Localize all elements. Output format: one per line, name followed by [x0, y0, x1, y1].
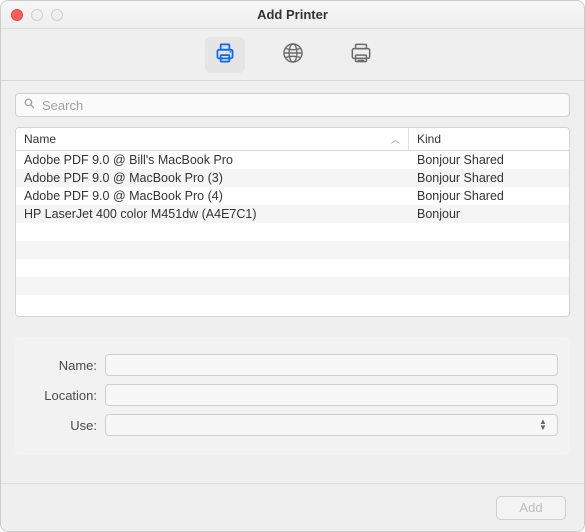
- name-field[interactable]: [105, 354, 558, 376]
- list-item: [16, 295, 569, 313]
- printer-kind: Bonjour Shared: [409, 171, 569, 185]
- name-label: Name:: [25, 358, 105, 373]
- printer-name: HP LaserJet 400 color M451dw (A4E7C1): [16, 207, 409, 221]
- add-button[interactable]: Add: [496, 496, 566, 520]
- printer-icon: [212, 40, 238, 69]
- use-label: Use:: [25, 418, 105, 433]
- column-header-kind[interactable]: Kind: [409, 128, 569, 150]
- location-field[interactable]: [105, 384, 558, 406]
- printer-name: Adobe PDF 9.0 @ MacBook Pro (3): [16, 171, 409, 185]
- search-input[interactable]: [15, 93, 570, 117]
- printer-kind: Bonjour Shared: [409, 189, 569, 203]
- toolbar: [1, 29, 584, 81]
- footer: Add: [1, 483, 584, 531]
- add-button-label: Add: [519, 500, 542, 515]
- list-rows: Adobe PDF 9.0 @ Bill's MacBook Pro Bonjo…: [16, 151, 569, 316]
- list-item: [16, 241, 569, 259]
- list-item: [16, 259, 569, 277]
- content-area: Name 〈 Kind Adobe PDF 9.0 @ Bill's MacBo…: [1, 81, 584, 483]
- titlebar: Add Printer: [1, 1, 584, 29]
- list-item[interactable]: Adobe PDF 9.0 @ MacBook Pro (4) Bonjour …: [16, 187, 569, 205]
- column-name-label: Name: [24, 132, 56, 146]
- ip-tab[interactable]: [273, 37, 313, 73]
- printer-list: Name 〈 Kind Adobe PDF 9.0 @ Bill's MacBo…: [15, 127, 570, 317]
- list-item[interactable]: Adobe PDF 9.0 @ Bill's MacBook Pro Bonjo…: [16, 151, 569, 169]
- column-kind-label: Kind: [417, 132, 441, 146]
- default-tab[interactable]: [205, 37, 245, 73]
- printer-name: Adobe PDF 9.0 @ Bill's MacBook Pro: [16, 153, 409, 167]
- location-label: Location:: [25, 388, 105, 403]
- search-field-wrap: [15, 93, 570, 117]
- list-item: [16, 223, 569, 241]
- printer-details-form: Name: Location: Use: ▲▼: [15, 337, 570, 455]
- search-icon: [23, 97, 36, 113]
- advanced-printer-icon: [348, 40, 374, 69]
- use-select[interactable]: ▲▼: [105, 414, 558, 436]
- printer-kind: Bonjour: [409, 207, 569, 221]
- chevron-updown-icon: ▲▼: [535, 419, 551, 431]
- globe-icon: [281, 41, 305, 68]
- printer-name: Adobe PDF 9.0 @ MacBook Pro (4): [16, 189, 409, 203]
- add-printer-window: Add Printer: [0, 0, 585, 532]
- list-item[interactable]: HP LaserJet 400 color M451dw (A4E7C1) Bo…: [16, 205, 569, 223]
- column-header-name[interactable]: Name 〈: [16, 128, 409, 150]
- list-item[interactable]: Adobe PDF 9.0 @ MacBook Pro (3) Bonjour …: [16, 169, 569, 187]
- sort-ascending-icon: 〈: [389, 134, 402, 143]
- printer-kind: Bonjour Shared: [409, 153, 569, 167]
- list-item: [16, 277, 569, 295]
- windows-tab[interactable]: [341, 37, 381, 73]
- window-title: Add Printer: [1, 7, 584, 22]
- list-header: Name 〈 Kind: [16, 128, 569, 151]
